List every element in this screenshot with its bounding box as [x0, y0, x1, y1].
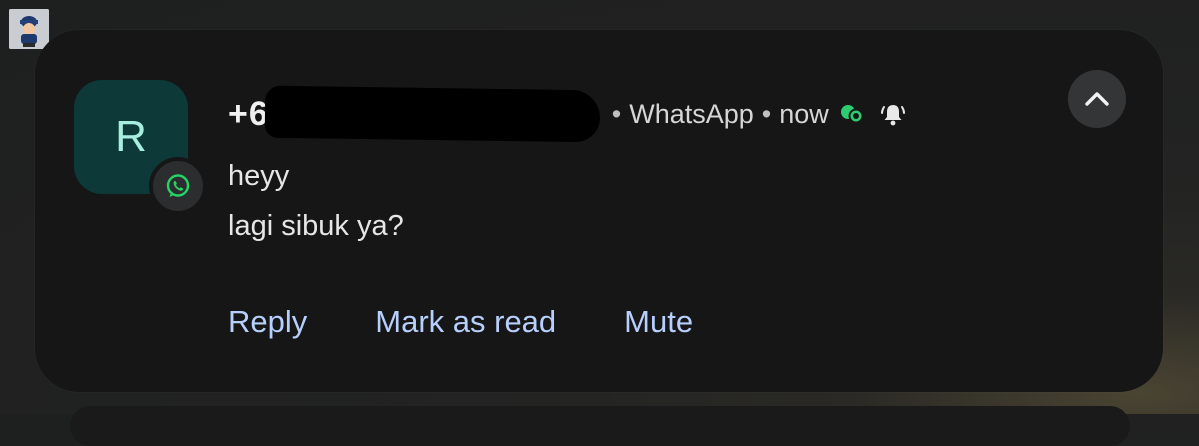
redaction-mark — [264, 85, 601, 143]
next-notification-card[interactable] — [70, 406, 1130, 446]
collapse-button[interactable] — [1068, 70, 1126, 128]
bell-ringing-icon — [879, 100, 907, 128]
mute-button[interactable]: Mute — [624, 304, 693, 340]
message-line: lagi sibuk ya? — [228, 210, 404, 242]
timestamp: now — [779, 98, 829, 129]
message-line: heyy — [228, 160, 290, 192]
sender-name: +6 — [228, 94, 269, 133]
notification-actions: Reply Mark as read Mute — [228, 304, 693, 340]
mark-as-read-button[interactable]: Mark as read — [375, 304, 556, 340]
notification-card[interactable]: R +6 • WhatsApp • now heyy lagi sibuk ya… — [35, 30, 1163, 392]
avatar-letter: R — [115, 112, 147, 161]
separator: • — [761, 98, 772, 129]
notification-header: +6 • WhatsApp • now — [228, 85, 907, 143]
chevron-up-icon — [1085, 92, 1109, 106]
app-name: WhatsApp — [629, 98, 754, 129]
chat-bubbles-icon — [839, 102, 865, 126]
reply-button[interactable]: Reply — [228, 304, 307, 340]
app-icon[interactable] — [9, 9, 49, 49]
app-icon-graphic — [9, 9, 49, 49]
whatsapp-icon — [149, 157, 207, 215]
separator: • — [611, 98, 622, 129]
